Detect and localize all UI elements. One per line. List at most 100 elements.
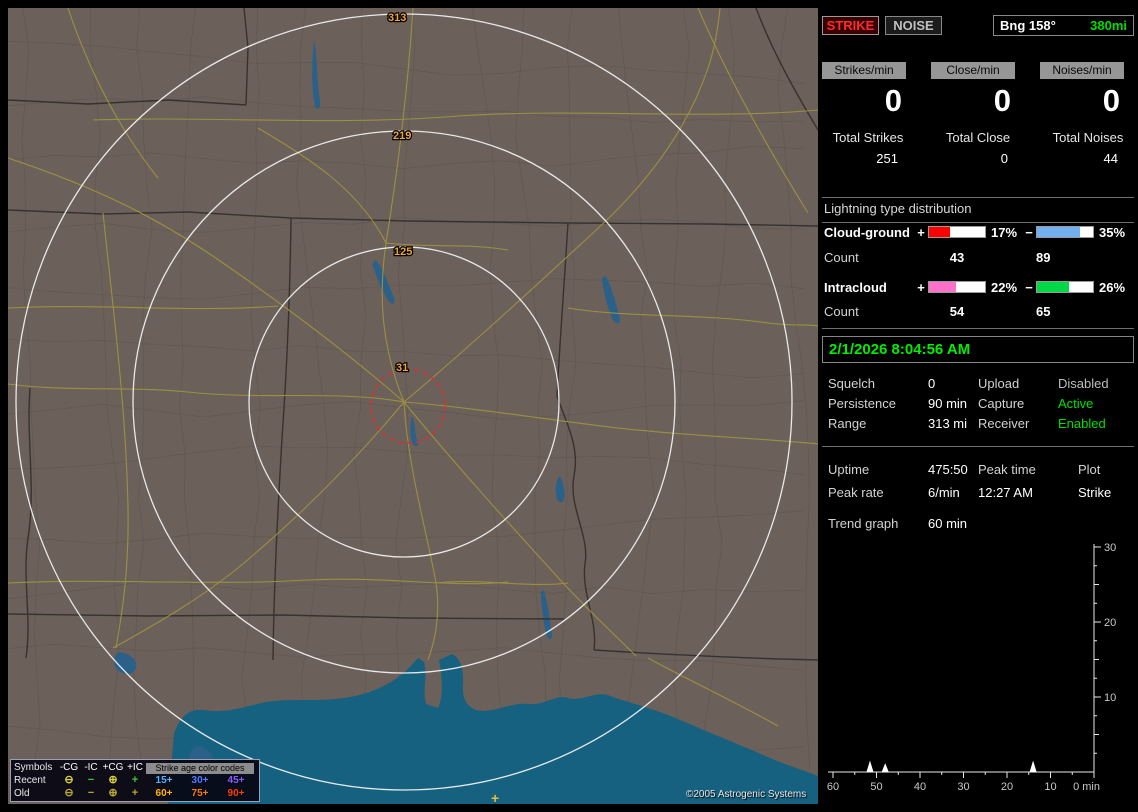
close-per-min-label: Close/min: [931, 62, 1015, 79]
cg-count-row: Count 43 89: [822, 249, 1134, 265]
plot-value: Strike: [1078, 485, 1112, 500]
peak-rate-value: 6/min: [928, 485, 960, 500]
legend-recent-label: Recent: [14, 775, 46, 786]
trend-graph-row: Trend graph 60 min: [828, 516, 1134, 532]
nexstorm-window: 313 219 125 31 + ©2005 Astrogenic System…: [0, 0, 1138, 812]
noise-indicator-button[interactable]: NOISE: [885, 16, 942, 35]
total-noises-value: 44: [1103, 151, 1118, 166]
minus-sign: −: [1025, 224, 1033, 240]
persistence-value: 90 min: [928, 396, 968, 411]
ic-positive-bar: [928, 281, 986, 293]
range-value: 313 mi: [928, 416, 968, 431]
ic-negative-count: 65: [1036, 303, 1051, 319]
svg-text:40: 40: [914, 781, 926, 793]
stats-row: Peak rate 6/min 12:27 AM Strike: [828, 485, 1134, 501]
total-close-value: 0: [1000, 151, 1008, 166]
noises-per-min-value: 0: [1102, 83, 1120, 118]
upload-label: Upload: [978, 376, 1020, 391]
capture-label: Capture: [978, 396, 1025, 411]
legend-header-row: Symbols -CG -IC +CG +IC Strike age color…: [14, 761, 256, 774]
peak-rate-label: Peak rate: [828, 485, 884, 500]
cg-negative-bar: [1036, 226, 1094, 238]
svg-text:60: 60: [827, 781, 839, 793]
close-per-min-value: 0: [993, 83, 1011, 118]
legend-symbols-label: Symbols: [14, 762, 53, 773]
cg-positive-bar: [928, 226, 986, 238]
count-label: Count: [824, 303, 859, 319]
squelch-label: Squelch: [828, 376, 875, 391]
count-label: Count: [824, 249, 859, 265]
ic-negative-bar: [1036, 281, 1094, 293]
age-30: 30+: [191, 775, 209, 786]
plot-label: Plot: [1078, 462, 1101, 477]
strikes-per-min-value: 0: [884, 83, 902, 118]
lightning-map[interactable]: 313 219 125 31 + ©2005 Astrogenic System…: [8, 8, 818, 804]
distribution-row-intracloud: Intracloud + 22% − 26%: [822, 279, 1134, 295]
total-strikes-label: Total Strikes: [832, 130, 904, 145]
legend-col-nic: -IC: [84, 762, 98, 773]
stats-row: Uptime 475:50 Peak time Plot: [828, 462, 1134, 478]
ic-positive-count: 54: [949, 303, 965, 319]
ring-label-125: 125: [394, 246, 412, 258]
bearing-display: Bng 158° 380mi: [993, 15, 1134, 36]
trend-graph: 10 20 30 60 50 40 30 20 10 0 min: [822, 538, 1134, 804]
age-90: 90+: [227, 788, 245, 799]
persistence-label: Persistence: [828, 396, 896, 411]
map-canvas: 313 219 125 31 +: [8, 8, 818, 804]
ic-negative-pct: 26%: [1099, 279, 1126, 295]
peak-time-label: Peak time: [978, 462, 1036, 477]
svg-text:30: 30: [1104, 542, 1116, 554]
ic-positive-pct: 22%: [991, 279, 1018, 295]
minus-sign: −: [1025, 279, 1033, 295]
recent-pic-icon: +: [131, 774, 139, 786]
trend-graph-canvas: 10 20 30 60 50 40 30 20 10 0 min: [827, 542, 1116, 793]
recent-ncg-icon: ⊖: [64, 774, 74, 786]
cg-positive-count: 43: [949, 249, 965, 265]
legend-col-pcg: +CG: [102, 762, 124, 773]
receiver-status: Enabled: [1058, 416, 1106, 431]
old-pic-icon: +: [131, 787, 139, 799]
plus-sign: +: [917, 224, 925, 240]
ic-count-row: Count 54 65: [822, 303, 1134, 319]
total-close-label: Total Close: [945, 130, 1011, 145]
svg-text:10: 10: [1044, 781, 1056, 793]
dist-name: Cloud-ground: [824, 224, 910, 240]
total-noises-label: Total Noises: [1052, 130, 1124, 145]
legend-old-label: Old: [14, 788, 30, 799]
cg-negative-pct: 35%: [1099, 224, 1126, 240]
uptime-label: Uptime: [828, 462, 870, 477]
settings-row: Persistence 90 min Capture Active: [828, 396, 1134, 412]
ring-label-219: 219: [393, 130, 411, 142]
map-legend: Symbols -CG -IC +CG +IC Strike age color…: [10, 759, 260, 802]
svg-text:50: 50: [870, 781, 882, 793]
svg-text:10: 10: [1104, 692, 1116, 704]
plus-sign: +: [917, 279, 925, 295]
peak-time-value: 12:27 AM: [978, 485, 1033, 500]
svg-text:30: 30: [957, 781, 969, 793]
strike-indicator-button[interactable]: STRIKE: [822, 16, 879, 35]
distribution-row-cloud-ground: Cloud-ground + 17% − 35%: [822, 224, 1134, 240]
capture-status: Active: [1058, 396, 1094, 411]
legend-recent-row: Recent ⊖ − ⊕ + 15+ 30+ 45+: [14, 774, 256, 787]
age-45: 45+: [227, 775, 245, 786]
legend-old-row: Old ⊖ − ⊕ + 60+ 75+ 90+: [14, 787, 256, 800]
trend-window-value: 60 min: [928, 516, 968, 531]
legend-col-pic: +IC: [127, 762, 143, 773]
distribution-header: Lightning type distribution: [822, 201, 1134, 223]
cg-positive-pct: 17%: [991, 224, 1018, 240]
datetime-display: 2/1/2026 8:04:56 AM: [822, 336, 1134, 363]
svg-text:20: 20: [1001, 781, 1013, 793]
age-15: 15+: [155, 775, 173, 786]
cg-negative-count: 89: [1036, 249, 1051, 265]
recent-pcg-icon: ⊕: [108, 774, 118, 786]
ring-label-313: 313: [388, 12, 406, 24]
ring-label-31: 31: [396, 362, 408, 374]
noises-per-min-label: Noises/min: [1040, 62, 1124, 79]
recent-nic-icon: −: [87, 774, 95, 786]
copyright-text: ©2005 Astrogenic Systems: [686, 789, 807, 800]
bearing-range: 380mi: [1090, 18, 1127, 33]
divider: [822, 328, 1134, 329]
legend-age-header: Strike age color codes: [146, 762, 254, 774]
divider: [822, 197, 1134, 198]
legend-col-ncg: -CG: [59, 762, 79, 773]
